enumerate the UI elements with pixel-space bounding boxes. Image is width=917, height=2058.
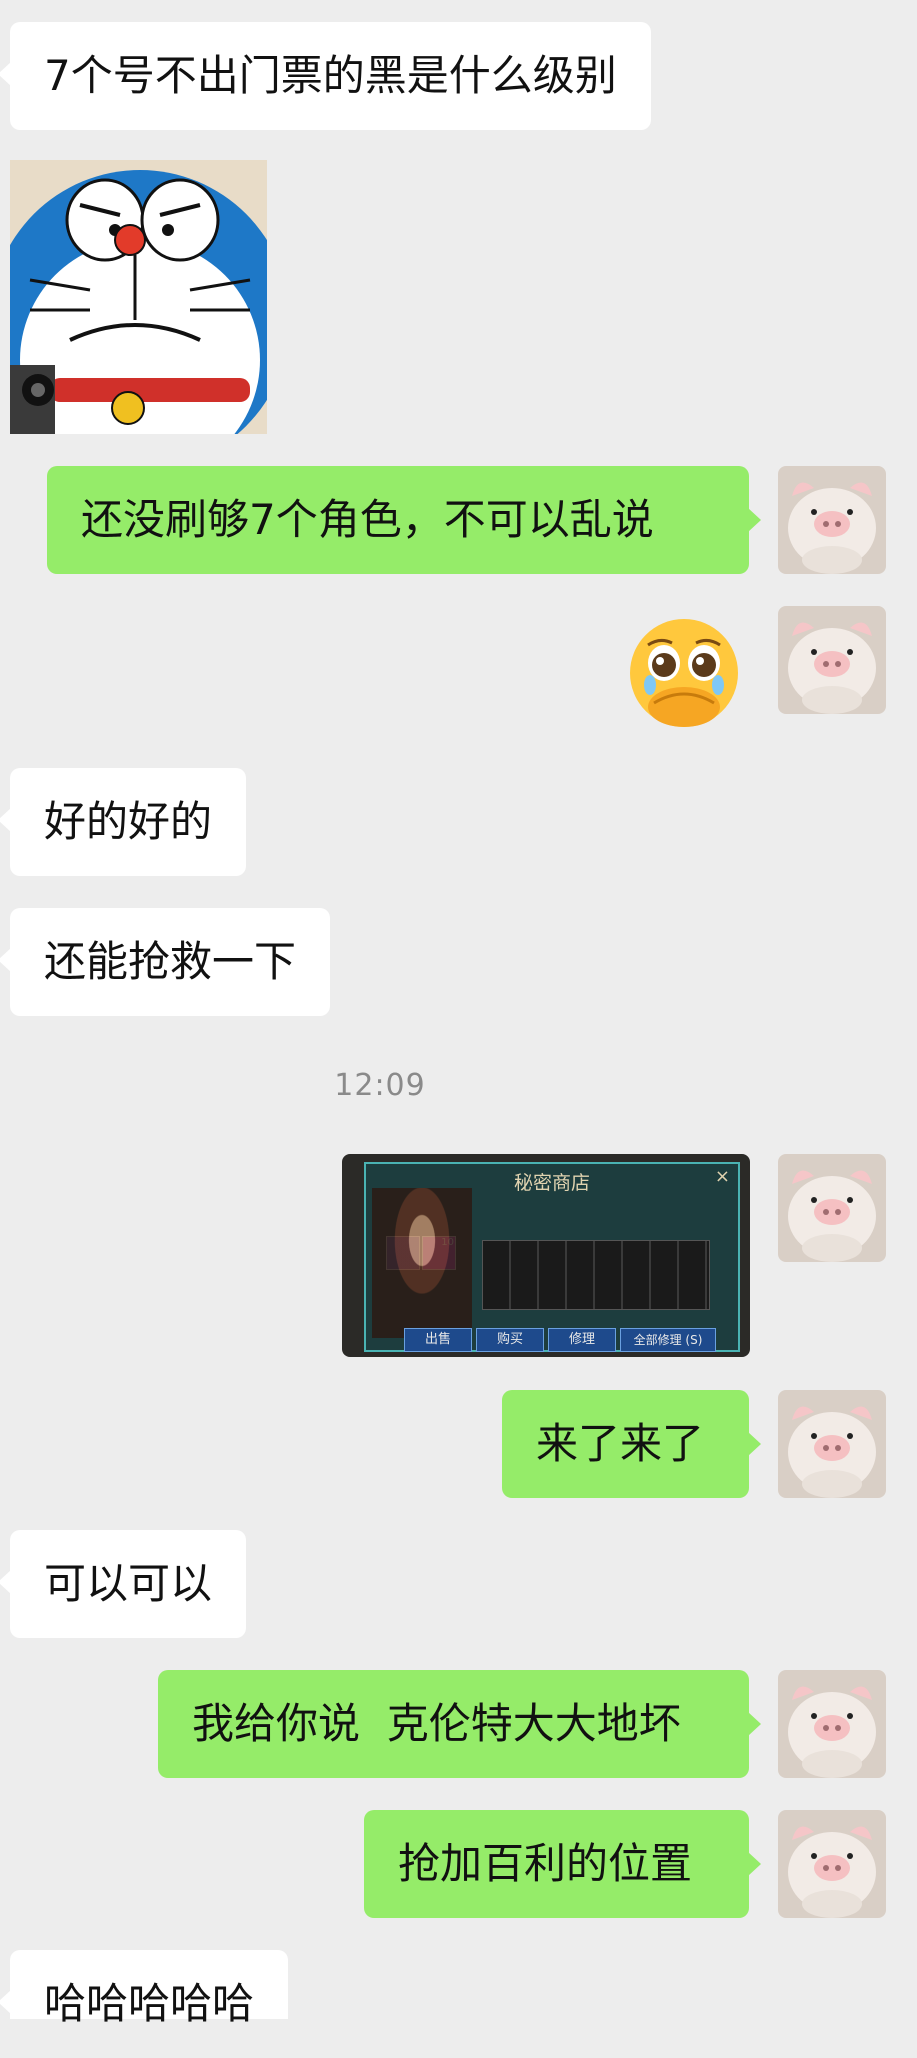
- avatar[interactable]: [778, 1390, 886, 1498]
- avatar[interactable]: [778, 1810, 886, 1918]
- message-text: 来了来了: [536, 1419, 705, 1468]
- pig-avatar-icon: [778, 1670, 886, 1778]
- message-bubble-incoming[interactable]: 哈哈哈哈哈: [0, 1950, 289, 2028]
- item-grid: [482, 1240, 710, 1310]
- message-bubble-incoming[interactable]: 7个号不出门票的黑是什么级别: [0, 22, 651, 130]
- pig-avatar-icon: [778, 1154, 886, 1262]
- message-text: 7个号不出门票的黑是什么级别: [44, 51, 617, 100]
- shop-button-buy: 购买: [476, 1328, 544, 1352]
- character-portrait: [372, 1188, 472, 1338]
- message-text: 哈哈哈哈哈: [44, 1979, 255, 2028]
- pleading-face-emoji[interactable]: [620, 615, 748, 733]
- message-text: 好的好的: [44, 797, 213, 846]
- message-bubble-incoming[interactable]: 好的好的: [0, 768, 247, 876]
- avatar[interactable]: [778, 1670, 886, 1778]
- pig-avatar-icon: [778, 606, 886, 714]
- shop-window: 秘密商店 × 10 出售 购买 修理 全部修理 (S): [364, 1162, 740, 1352]
- avatar[interactable]: [778, 1154, 886, 1262]
- doraemon-icon: [10, 160, 267, 434]
- message-text: 可以可以: [44, 1559, 213, 1608]
- message-bubble-outgoing[interactable]: 还没刷够7个角色，不可以乱说: [47, 466, 761, 574]
- game-screenshot-image[interactable]: 秘密商店 × 10 出售 购买 修理 全部修理 (S): [342, 1154, 750, 1357]
- pig-avatar-icon: [778, 1390, 886, 1498]
- avatar[interactable]: [778, 466, 886, 574]
- message-text: 我给你说 克伦特大大地坏: [192, 1699, 681, 1748]
- doraemon-gun-sticker[interactable]: [10, 160, 267, 434]
- message-bubble-outgoing[interactable]: 我给你说 克伦特大大地坏: [158, 1670, 761, 1778]
- message-bubble-outgoing[interactable]: 来了来了: [502, 1390, 761, 1498]
- pig-avatar-icon: [778, 1810, 886, 1918]
- message-timestamp: 12:09: [334, 1068, 426, 1103]
- pig-avatar-icon: [778, 466, 886, 574]
- message-bubble-outgoing[interactable]: 抢加百利的位置: [364, 1810, 761, 1918]
- avatar[interactable]: [778, 606, 886, 714]
- shop-button-sell: 出售: [404, 1328, 472, 1352]
- message-text: 抢加百利的位置: [398, 1839, 693, 1888]
- message-text: 还能抢救一下: [44, 937, 297, 986]
- message-text: 还没刷够7个角色，不可以乱说: [81, 495, 654, 544]
- pleading-face-icon: [630, 619, 738, 727]
- shop-button-repair: 修理: [548, 1328, 616, 1352]
- shop-button-repair-all: 全部修理 (S): [620, 1328, 716, 1352]
- shop-close-icon: ×: [714, 1166, 730, 1187]
- message-bubble-incoming[interactable]: 还能抢救一下: [0, 908, 331, 1016]
- message-bubble-incoming[interactable]: 可以可以: [0, 1530, 247, 1638]
